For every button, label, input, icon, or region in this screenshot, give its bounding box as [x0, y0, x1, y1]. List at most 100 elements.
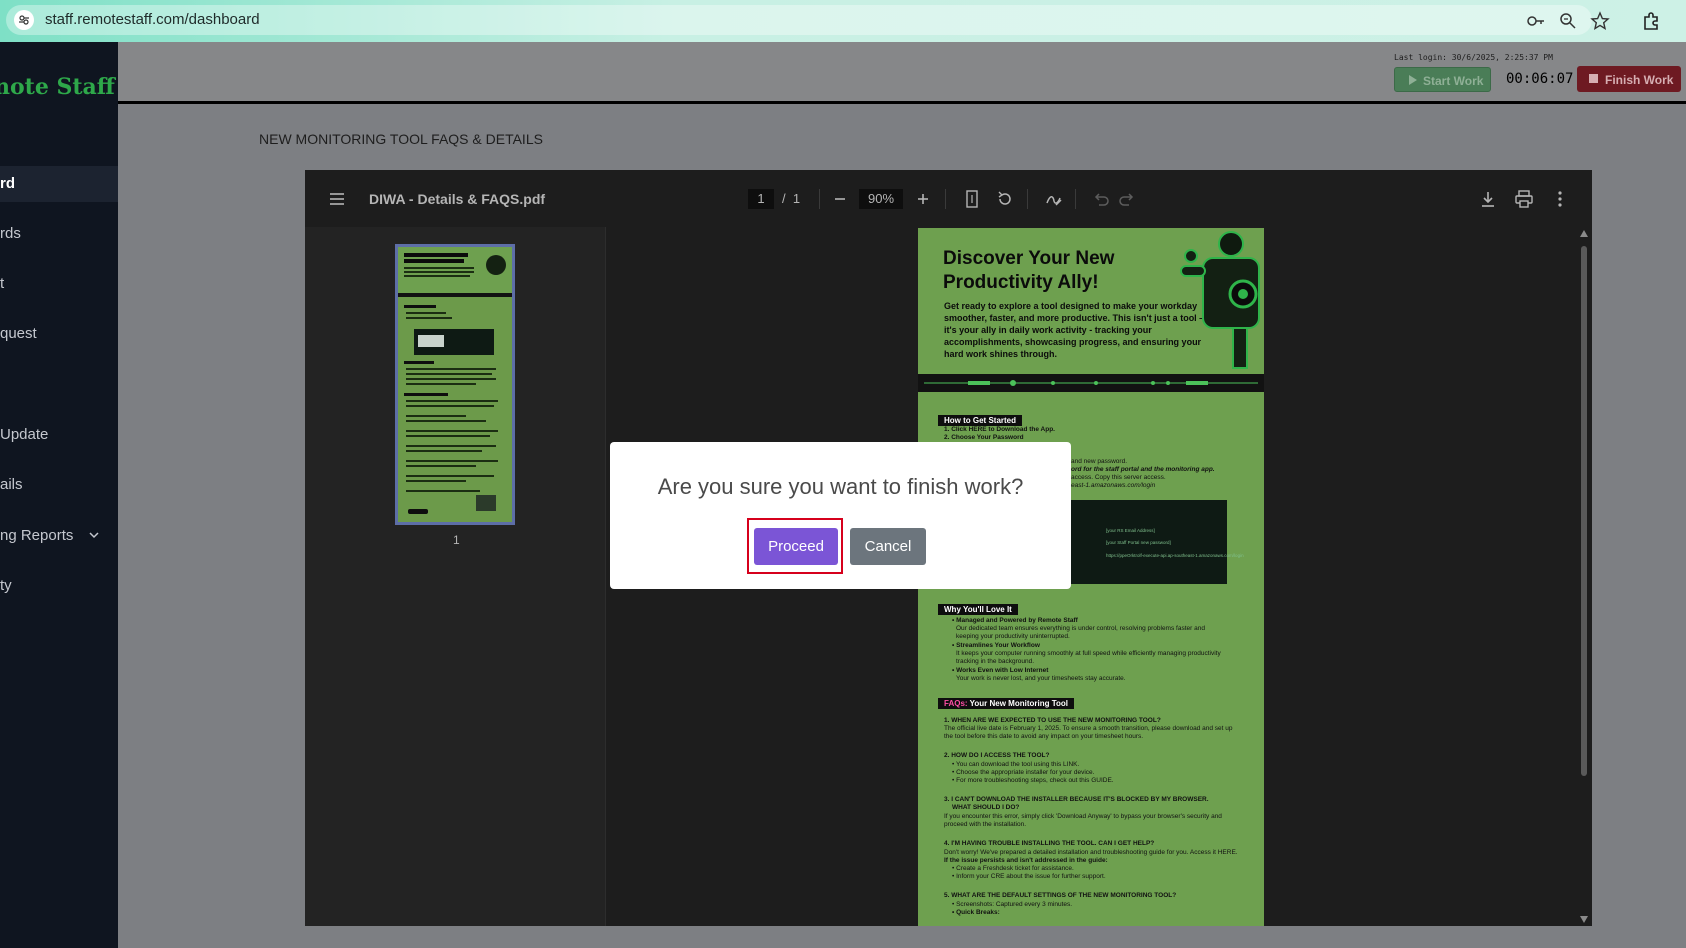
pdf-text-line: • Managed and Powered by Remote Staff: [952, 617, 1078, 624]
chevron-down-icon: [89, 532, 99, 539]
sidebar: note Staff rd rds t quest Update ails ng…: [0, 42, 118, 948]
pdf-text-line: • Quick Breaks:: [952, 909, 1000, 916]
stop-icon: [1589, 74, 1598, 83]
pdf-text-line: 2. Choose Your Password: [944, 434, 1024, 441]
pdf-text-line: proceed with the installation.: [944, 821, 1027, 828]
toolbar-divider: [1027, 189, 1028, 209]
pdf-text-line: • Streamlines Your Workflow: [952, 642, 1040, 649]
robot-illustration-icon: [1180, 231, 1260, 369]
thumbnail-page-number: 1: [453, 533, 460, 547]
pdf-text-line: access. Copy this server access.: [1071, 474, 1166, 481]
scroll-down-icon[interactable]: [1580, 916, 1588, 923]
pdf-hero-section: Discover Your New Productivity Ally! Get…: [918, 228, 1264, 393]
start-work-button[interactable]: Start Work: [1394, 67, 1491, 92]
page-thumbnail[interactable]: [395, 244, 515, 525]
pdf-text-line: It keeps your computer running smoothly …: [956, 650, 1221, 657]
pdf-text-line: [your Staff Portal new password]: [1106, 540, 1171, 545]
page-total: / 1: [782, 191, 801, 206]
pdf-filename: DIWA - Details & FAQS.pdf: [369, 191, 546, 207]
zoom-in-icon[interactable]: [912, 188, 934, 210]
pdf-text-line: The official live date is February 1, 20…: [944, 725, 1233, 732]
sidebar-item-dashboard[interactable]: rd: [0, 166, 118, 202]
page-bottom-strip: [118, 926, 1686, 948]
finish-work-button[interactable]: Finish Work: [1577, 66, 1681, 92]
pdf-scrollbar-thumb[interactable]: [1581, 246, 1587, 776]
pdf-text-line: the tool before this date to avoid any i…: [944, 733, 1144, 740]
pdf-hero-title: Discover Your New Productivity Ally!: [943, 248, 1115, 293]
brand-logo[interactable]: note Staff: [0, 74, 115, 100]
pdf-hero-body: Get ready to explore a tool designed to …: [944, 301, 1205, 359]
pdf-text-line: WHAT SHOULD I DO?: [952, 804, 1020, 811]
zoom-out-icon[interactable]: [829, 188, 851, 210]
zoom-icon[interactable]: [1557, 10, 1579, 32]
site-settings-icon[interactable]: [14, 10, 34, 30]
cancel-button[interactable]: Cancel: [850, 528, 926, 565]
pdf-text-line: 2. HOW DO I ACCESS THE TOOL?: [944, 752, 1050, 759]
top-header: Last login: 30/6/2025, 2:25:37 PM Start …: [118, 42, 1686, 104]
last-login-text: Last login: 30/6/2025, 2:25:37 PM: [1394, 53, 1553, 62]
sidebar-item-records[interactable]: rds: [0, 216, 118, 252]
download-icon[interactable]: [1477, 188, 1499, 210]
proceed-button[interactable]: Proceed: [754, 528, 838, 565]
sidebar-item-3[interactable]: t: [0, 266, 118, 302]
pdf-text-line: keeping your productivity uninterrupted.: [956, 633, 1070, 640]
undo-icon[interactable]: [1090, 188, 1112, 210]
finish-work-confirm-dialog: Are you sure you want to finish work? Pr…: [610, 442, 1071, 589]
pdf-text-line: • Choose the appropriate installer for y…: [952, 769, 1095, 776]
url-text[interactable]: staff.remotestaff.com/dashboard: [45, 11, 260, 28]
pdf-text-line: • Inform your CRE about the issue for fu…: [952, 873, 1106, 880]
pdf-text-line: Your work is never lost, and your timesh…: [956, 675, 1126, 682]
more-options-icon[interactable]: [1549, 188, 1571, 210]
pdf-text-line: • Screenshots: Captured every 3 minutes.: [952, 901, 1073, 908]
sidebar-item-request[interactable]: quest: [0, 316, 118, 352]
extensions-icon[interactable]: [1640, 10, 1662, 32]
pdf-text-line: east-1.amazonaws.com/login: [1071, 482, 1156, 489]
annotate-icon[interactable]: [1043, 188, 1065, 210]
pdf-text-line: 3. I CAN'T DOWNLOAD THE INSTALLER BECAUS…: [944, 796, 1209, 803]
pdf-text-line: and new password.: [1071, 458, 1128, 465]
print-icon[interactable]: [1513, 188, 1535, 210]
menu-icon[interactable]: [326, 188, 348, 210]
pdf-section-get-started: How to Get Started: [938, 415, 1023, 426]
toolbar-divider: [819, 189, 820, 209]
toolbar-divider: [945, 189, 946, 209]
play-icon: [1409, 75, 1417, 85]
rotate-icon[interactable]: [994, 188, 1016, 210]
pdf-text-line: 1. WHEN ARE WE EXPECTED TO USE THE NEW M…: [944, 717, 1161, 724]
fit-page-icon[interactable]: [961, 188, 983, 210]
pdf-text-line: tracking in the background.: [956, 658, 1035, 665]
thumbnail-preview: [398, 247, 512, 514]
toolbar-divider: [1075, 189, 1076, 209]
browser-toolbar: staff.remotestaff.com/dashboard: [0, 0, 1686, 42]
zoom-level-input[interactable]: 90%: [859, 189, 903, 209]
pdf-text-line: ord for the staff portal and the monitor…: [1071, 466, 1215, 473]
pdf-text-line: Our dedicated team ensures everything is…: [956, 625, 1205, 632]
pdf-text-line: • You can download the tool using this L…: [952, 761, 1080, 768]
page-number-input[interactable]: 1: [748, 189, 774, 209]
sidebar-item-update[interactable]: Update: [0, 417, 118, 453]
pdf-text-line: 1. Click HERE to Download the App.: [944, 426, 1055, 433]
sidebar-item-reports[interactable]: ng Reports: [0, 518, 118, 554]
circuit-line-graphic: [924, 380, 1258, 386]
pdf-section-faqs: FAQs: Your New Monitoring Tool: [938, 698, 1074, 709]
pdf-text-line: If the issue persists and isn't addresse…: [944, 857, 1108, 864]
pdf-section-why-love: Why You'll Love It: [938, 604, 1018, 615]
pdf-text-line: 4. I'M HAVING TROUBLE INSTALLING THE TOO…: [944, 840, 1155, 847]
pdf-text-line: 5. WHAT ARE THE DEFAULT SETTINGS OF THE …: [944, 892, 1177, 899]
page-title: NEW MONITORING TOOL FAQS & DETAILS: [259, 131, 543, 147]
sidebar-item-details[interactable]: ails: [0, 467, 118, 503]
thumbnail-panel: 1: [305, 227, 606, 926]
pdf-text-line: • Works Even with Low Internet: [952, 667, 1049, 674]
pdf-toolbar: DIWA - Details & FAQS.pdf 1 / 1 90%: [305, 170, 1592, 227]
work-timer: 00:06:07: [1506, 71, 1574, 87]
pdf-text-line: Don't worry! We've prepared a detailed i…: [944, 849, 1238, 856]
bookmark-star-icon[interactable]: [1589, 10, 1611, 32]
sidebar-item-activity[interactable]: ty: [0, 568, 118, 604]
pdf-text-line: If you encounter this error, simply clic…: [944, 813, 1222, 820]
pdf-divider-strip: [918, 374, 1264, 392]
dialog-title: Are you sure you want to finish work?: [657, 474, 1024, 499]
pdf-text-line: • For more troubleshooting steps, check …: [952, 777, 1114, 784]
scroll-up-icon[interactable]: [1580, 230, 1588, 237]
redo-icon[interactable]: [1116, 188, 1138, 210]
password-key-icon[interactable]: [1525, 10, 1547, 32]
